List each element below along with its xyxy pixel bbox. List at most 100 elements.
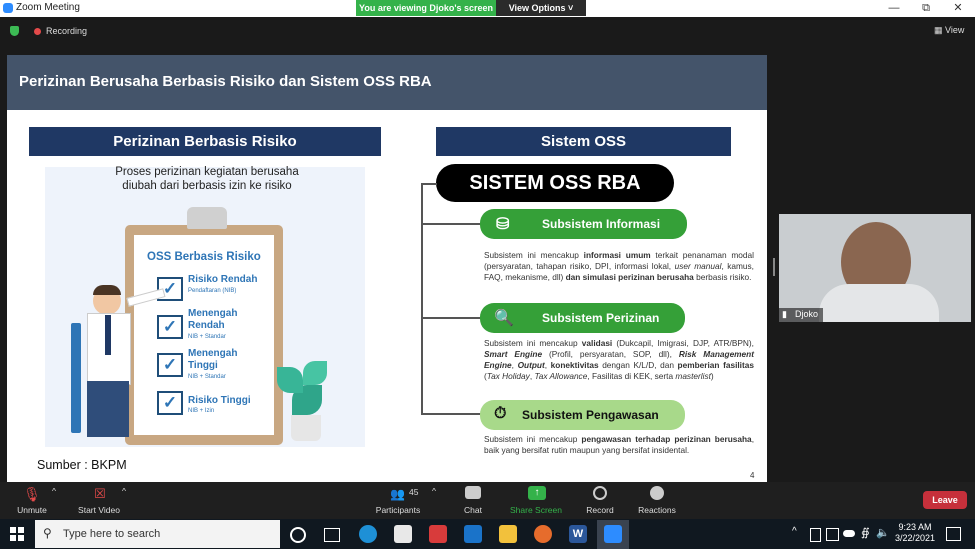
slide-header: Perizinan Berusaha Berbasis Risiko dan S…: [7, 55, 767, 110]
slide-title: Perizinan Berusaha Berbasis Risiko dan S…: [19, 73, 432, 90]
subsystem-name: Subsistem Informasi: [542, 217, 661, 231]
subsystem-perizinan-pill: 🔍 Subsistem Perizinan: [480, 303, 685, 333]
notifications-icon[interactable]: [946, 527, 961, 541]
speaker-icon[interactable]: 🔈: [876, 526, 890, 539]
chat-button[interactable]: Chat: [458, 505, 488, 515]
shared-slide: Perizinan Berusaha Berbasis Risiko dan S…: [7, 55, 767, 482]
leave-button[interactable]: Leave: [923, 491, 967, 509]
subsystem-informasi-text: Subsistem ini mencakup informasi umum te…: [484, 250, 754, 282]
restore-button[interactable]: ⧉: [910, 0, 942, 17]
share-screen-icon[interactable]: ↑: [528, 486, 546, 500]
risk-level-label-2: Rendah: [188, 320, 225, 331]
risk-level-sub: NIB + Standar: [188, 374, 226, 380]
record-button[interactable]: Record: [583, 505, 617, 515]
risk-level-label-2: Tinggi: [188, 360, 218, 371]
recording-dot-icon: [34, 28, 41, 35]
audio-options-caret[interactable]: ^: [52, 486, 56, 496]
reactions-icon[interactable]: [650, 486, 664, 500]
view-label: View: [945, 25, 965, 35]
magnifier-icon: 🔍: [494, 310, 514, 327]
firefox-icon[interactable]: [534, 525, 552, 543]
wifi-icon[interactable]: ∯: [861, 526, 870, 539]
subsystem-pengawasan-text: Subsistem ini mencakup pengawasan terhad…: [484, 434, 754, 455]
subsystem-name: Subsistem Pengawasan: [522, 408, 659, 422]
recording-label: Recording: [46, 26, 88, 36]
participants-button[interactable]: Participants: [370, 505, 426, 515]
onedrive-cloud-icon[interactable]: [843, 530, 855, 537]
unmute-button[interactable]: Unmute: [12, 505, 52, 515]
word-icon[interactable]: W: [569, 525, 587, 543]
view-options-label: View Options: [508, 3, 566, 13]
presenter-tie-icon: [105, 315, 111, 355]
security-shield-icon[interactable]: [10, 26, 19, 36]
share-screen-button[interactable]: Share Screen: [506, 505, 566, 515]
subsystem-name: Subsistem Perizinan: [542, 311, 660, 325]
participant-video[interactable]: ▮ Djoko: [779, 214, 971, 322]
risk-level-sub: Pendaftaran (NIB): [188, 288, 237, 294]
reactions-button[interactable]: Reactions: [636, 505, 678, 515]
intro-text: Proses perizinan kegiatan berusaha diuba…: [67, 165, 347, 193]
task-view-icon[interactable]: [324, 528, 340, 542]
risk-level-label: Menengah: [188, 308, 238, 319]
windows-start-icon[interactable]: [10, 527, 24, 541]
presenter-trousers-icon: [87, 381, 129, 437]
video-options-caret[interactable]: ^: [122, 486, 126, 496]
risk-level-label: Risiko Tinggi: [188, 395, 251, 406]
grid-icon: ▦: [934, 25, 943, 35]
plant-leaf-icon: [303, 361, 327, 385]
clock-time: 9:23 AM: [898, 522, 932, 532]
source-text: Sumber : BKPM: [37, 458, 127, 472]
pencil-icon: [71, 323, 81, 433]
plant-pot-icon: [291, 415, 321, 441]
start-video-button[interactable]: Start Video: [74, 505, 124, 515]
tree-connector: [421, 317, 481, 319]
subsystem-informasi-pill: ⛁ Subsistem Informasi: [480, 209, 687, 239]
subsystem-perizinan-text: Subsistem ini mencakup validasi (Dukcapi…: [484, 338, 755, 381]
oss-rba-pill: SISTEM OSS RBA: [436, 164, 674, 202]
tray-chevron-up-icon[interactable]: ^: [792, 526, 797, 537]
splitter-handle[interactable]: [773, 258, 775, 276]
video-off-icon[interactable]: ☒: [89, 486, 111, 502]
view-button[interactable]: ▦ View: [934, 25, 964, 36]
participants-count: 45: [409, 487, 419, 497]
tray-device-icon[interactable]: [826, 528, 839, 541]
start-tile: [10, 527, 16, 533]
share-banner: You are viewing Djoko's screen: [356, 0, 496, 16]
checkbox-checked-icon: ✓: [157, 391, 183, 415]
zoom-taskbar-icon[interactable]: [604, 525, 622, 543]
mic-muted-icon[interactable]: 🎙: [22, 486, 42, 504]
view-options-button[interactable]: View Options ˅: [496, 0, 586, 16]
database-icon: ⛁: [496, 216, 510, 233]
participant-shirt: [819, 284, 939, 322]
record-icon[interactable]: [593, 486, 607, 500]
tree-connector: [421, 223, 481, 225]
edge-browser-icon[interactable]: [359, 525, 377, 543]
participants-options-caret[interactable]: ^: [432, 486, 436, 496]
close-button[interactable]: ✕: [942, 0, 974, 17]
zoom-logo-icon: [3, 3, 13, 13]
store-icon[interactable]: [394, 525, 412, 543]
right-section-header: Sistem OSS: [436, 127, 731, 156]
risk-level-label: Menengah: [188, 348, 238, 359]
clipboard-title: OSS Berbasis Risiko: [147, 251, 261, 263]
clipboard-clip-icon: [187, 207, 227, 229]
cortana-icon[interactable]: [290, 527, 306, 543]
presenter-hair-icon: [93, 285, 121, 295]
gift-app-icon[interactable]: [429, 525, 447, 543]
start-tile: [18, 535, 24, 541]
taskbar-search-box[interactable]: ⚲ Type here to search: [35, 520, 280, 548]
clock-date: 3/22/2021: [894, 533, 936, 543]
participant-name-tag: ▮ Djoko: [779, 308, 823, 322]
minimize-button[interactable]: —: [878, 0, 910, 17]
subsystem-pengawasan-pill: ⏱ Subsistem Pengawasan: [480, 400, 685, 430]
tree-connector: [421, 413, 481, 415]
file-explorer-icon[interactable]: [499, 525, 517, 543]
mail-icon[interactable]: [464, 525, 482, 543]
risk-level-sub: NIB + Standar: [188, 334, 226, 340]
taskbar-clock[interactable]: 9:23 AM 3/22/2021: [890, 522, 940, 544]
tray-usb-icon[interactable]: [810, 528, 821, 542]
participants-icon[interactable]: 👥: [390, 487, 405, 501]
start-tile: [18, 527, 24, 533]
chat-icon[interactable]: [465, 486, 481, 499]
tree-connector: [421, 183, 423, 415]
